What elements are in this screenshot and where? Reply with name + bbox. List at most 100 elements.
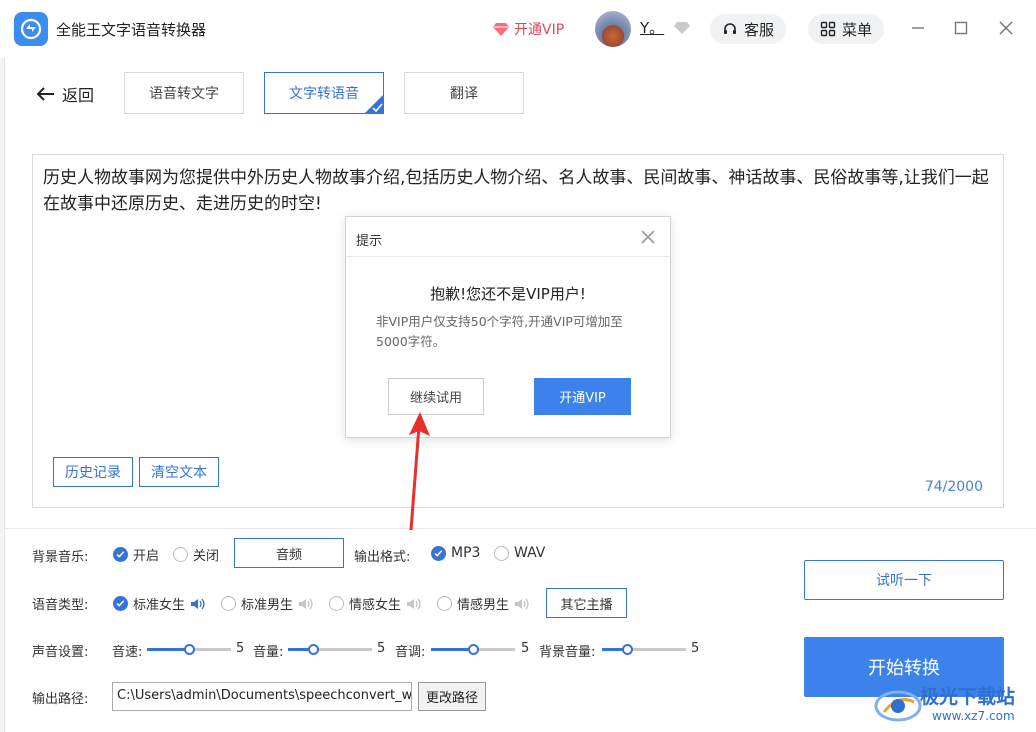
username[interactable]: Y。 bbox=[640, 17, 664, 38]
radio-checked-icon bbox=[113, 547, 128, 562]
maximize-button[interactable] bbox=[949, 16, 973, 40]
bgm-label: 背景音乐: bbox=[32, 550, 89, 565]
vip-link[interactable]: 开通VIP bbox=[493, 19, 564, 39]
vip-badge-icon bbox=[674, 22, 690, 34]
voice-label: 情感男生 bbox=[457, 598, 510, 613]
format-wav-label: WAV bbox=[514, 545, 546, 561]
grid-icon bbox=[820, 21, 836, 37]
vip-link-label: 开通VIP bbox=[514, 22, 565, 38]
format-wav-radio[interactable]: WAV bbox=[494, 545, 545, 561]
arrow-left-icon bbox=[36, 87, 54, 101]
menu-button[interactable]: 菜单 bbox=[808, 14, 885, 44]
speaker-icon[interactable] bbox=[406, 597, 422, 611]
sound-settings-label: 声音设置: bbox=[32, 645, 89, 660]
bgm-off-label: 关闭 bbox=[193, 549, 220, 564]
radio-checked-icon bbox=[113, 596, 128, 611]
tab-translate[interactable]: 翻译 bbox=[404, 72, 524, 114]
voice-standard-female-radio[interactable]: 标准女生 bbox=[113, 594, 206, 613]
annotation-arrow-icon bbox=[409, 412, 430, 531]
close-window-button[interactable] bbox=[994, 16, 1018, 40]
speaker-icon[interactable] bbox=[298, 597, 314, 611]
output-path-input[interactable]: C:\Users\admin\Documents\speechconvert_w bbox=[112, 682, 412, 711]
tab-label: 文字转语音 bbox=[289, 86, 359, 102]
dialog-heading: 抱歉!您还不是VIP用户! bbox=[430, 285, 586, 303]
back-button[interactable]: 返回 bbox=[36, 82, 94, 106]
voice-label: 标准男生 bbox=[241, 598, 294, 613]
watermark-text: 极光下载站 bbox=[920, 686, 1016, 708]
slider-label: 音量: bbox=[253, 645, 284, 660]
format-label: 输出格式: bbox=[354, 550, 411, 565]
slider-handle[interactable] bbox=[308, 644, 319, 655]
divider bbox=[5, 528, 1036, 529]
radio-unchecked-icon bbox=[329, 596, 344, 611]
radio-unchecked-icon bbox=[221, 596, 236, 611]
clear-text-button[interactable]: 清空文本 bbox=[139, 457, 219, 487]
speed-slider[interactable] bbox=[147, 641, 231, 657]
voice-label: 情感女生 bbox=[349, 598, 402, 613]
history-button[interactable]: 历史记录 bbox=[53, 457, 133, 487]
menu-label: 菜单 bbox=[842, 20, 873, 39]
slider-label: 背景音量: bbox=[539, 645, 596, 660]
tab-label: 翻译 bbox=[450, 86, 478, 102]
voice-label: 标准女生 bbox=[133, 598, 186, 613]
dialog-message: 非VIP用户仅支持50个字符,开通VIP可增加至5000字符。 bbox=[376, 314, 623, 349]
dialog-title: 提示 bbox=[356, 234, 383, 249]
audio-button[interactable]: 音频 bbox=[234, 538, 344, 568]
volume-slider[interactable] bbox=[288, 641, 372, 657]
slider-label: 音调: bbox=[395, 645, 426, 660]
title-bar: 全能王文字语音转换器 开通VIP Y。 客服 菜单 bbox=[0, 0, 1036, 58]
dialog-header: 提示 bbox=[346, 217, 670, 257]
pitch-value: 5 bbox=[521, 641, 530, 656]
bg-volume-value: 5 bbox=[691, 641, 700, 656]
headset-icon bbox=[724, 23, 736, 34]
watermark-url: www.xz7.com bbox=[932, 709, 1015, 723]
minimize-button[interactable] bbox=[906, 16, 930, 40]
other-voices-button[interactable]: 其它主播 bbox=[546, 588, 627, 618]
format-mp3-radio[interactable]: MP3 bbox=[431, 545, 480, 561]
bgm-off-radio[interactable]: 关闭 bbox=[173, 545, 219, 564]
radio-unchecked-icon bbox=[494, 545, 509, 561]
open-vip-button[interactable]: 开通VIP bbox=[534, 378, 631, 415]
tab-speech-to-text[interactable]: 语音转文字 bbox=[124, 72, 244, 114]
voice-type-label: 语音类型: bbox=[32, 598, 89, 613]
diamond-icon bbox=[493, 23, 509, 36]
speed-value: 5 bbox=[236, 641, 245, 656]
radio-unchecked-icon bbox=[437, 596, 452, 611]
preview-button[interactable]: 试听一下 bbox=[804, 560, 1004, 600]
slider-handle[interactable] bbox=[468, 644, 479, 655]
speaker-icon[interactable] bbox=[190, 597, 206, 611]
selected-check-icon bbox=[364, 94, 384, 114]
window-left-edge bbox=[0, 58, 5, 732]
slider-label: 音速: bbox=[112, 645, 143, 660]
close-icon[interactable] bbox=[640, 229, 656, 245]
avatar[interactable] bbox=[595, 11, 631, 47]
voice-standard-male-radio[interactable]: 标准男生 bbox=[221, 594, 314, 613]
speaker-icon[interactable] bbox=[514, 597, 530, 611]
back-label: 返回 bbox=[62, 86, 95, 105]
vip-prompt-dialog: 提示 抱歉!您还不是VIP用户! 非VIP用户仅支持50个字符,开通VIP可增加… bbox=[345, 216, 671, 438]
app-title: 全能王文字语音转换器 bbox=[56, 21, 207, 39]
radio-unchecked-icon bbox=[173, 547, 188, 562]
tab-text-to-speech[interactable]: 文字转语音 bbox=[264, 72, 384, 114]
voice-emotional-male-radio[interactable]: 情感男生 bbox=[437, 594, 530, 613]
volume-value: 5 bbox=[377, 641, 386, 656]
format-mp3-label: MP3 bbox=[451, 545, 481, 561]
maximize-icon bbox=[954, 21, 968, 35]
radio-checked-icon bbox=[431, 545, 446, 561]
slider-handle[interactable] bbox=[184, 644, 195, 655]
close-icon bbox=[999, 21, 1013, 35]
app-logo-icon bbox=[14, 12, 48, 46]
customer-service-label: 客服 bbox=[744, 20, 775, 39]
bgm-on-label: 开启 bbox=[133, 549, 160, 564]
bg-volume-slider[interactable] bbox=[602, 641, 686, 657]
bgm-on-radio[interactable]: 开启 bbox=[113, 545, 159, 564]
voice-emotional-female-radio[interactable]: 情感女生 bbox=[329, 594, 422, 613]
tab-label: 语音转文字 bbox=[149, 86, 219, 102]
output-path-label: 输出路径: bbox=[32, 692, 89, 707]
pitch-slider[interactable] bbox=[431, 641, 515, 657]
slider-handle[interactable] bbox=[622, 644, 633, 655]
change-path-button[interactable]: 更改路径 bbox=[418, 682, 486, 711]
customer-service-button[interactable]: 客服 bbox=[710, 14, 787, 44]
text-editor-content[interactable]: 历史人物故事网为您提供中外历史人物故事介绍,包括历史人物介绍、名人故事、民间故事… bbox=[43, 165, 993, 217]
minimize-icon bbox=[912, 27, 924, 29]
